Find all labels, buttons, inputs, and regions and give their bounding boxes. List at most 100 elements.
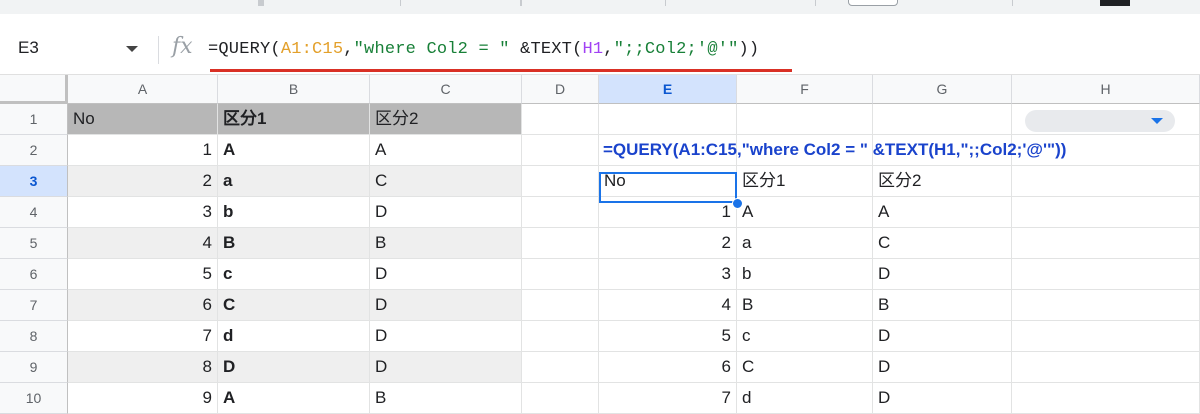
left-table-kubun1-cell[interactable]: A [218,135,370,166]
result-header-cell[interactable]: No [599,166,737,197]
column-header-f[interactable]: F [737,75,873,104]
result-kubun2-cell[interactable]: D [873,352,1012,383]
empty-cell[interactable] [737,104,873,135]
left-table-kubun2-cell[interactable]: B [370,383,522,414]
dropdown-chip-h1[interactable] [1025,110,1175,132]
result-kubun2-cell[interactable]: D [873,259,1012,290]
result-no-cell[interactable]: 4 [599,290,737,321]
row-header-7[interactable]: 7 [0,290,68,321]
left-table-kubun2-cell[interactable]: D [370,321,522,352]
toolbar-button[interactable] [1100,0,1130,6]
result-kubun2-cell[interactable]: D [873,321,1012,352]
result-no-cell[interactable]: 3 [599,259,737,290]
empty-cell[interactable] [1012,166,1200,197]
toolbar-button[interactable] [848,0,898,6]
result-kubun1-cell[interactable]: c [737,321,873,352]
dropdown-arrow-icon[interactable] [1151,118,1163,124]
empty-cell[interactable] [522,104,599,135]
result-kubun1-cell[interactable]: d [737,383,873,414]
column-header-e[interactable]: E [599,75,737,104]
column-header-b[interactable]: B [218,75,370,104]
empty-cell[interactable] [522,383,599,414]
empty-cell[interactable] [522,135,599,166]
empty-cell[interactable] [522,197,599,228]
empty-cell[interactable] [1012,352,1200,383]
empty-cell[interactable] [1012,321,1200,352]
result-no-cell[interactable]: 7 [599,383,737,414]
left-table-no-cell[interactable]: 4 [68,228,218,259]
empty-cell[interactable] [522,228,599,259]
row-header-10[interactable]: 10 [0,383,68,414]
chevron-down-icon[interactable] [126,46,138,52]
empty-cell[interactable] [873,104,1012,135]
left-table-kubun1-cell[interactable]: B [218,228,370,259]
empty-cell[interactable] [522,321,599,352]
row-header-6[interactable]: 6 [0,259,68,290]
left-table-kubun2-cell[interactable]: C [370,166,522,197]
result-kubun2-cell[interactable]: D [873,383,1012,414]
empty-cell[interactable] [522,290,599,321]
result-kubun1-cell[interactable]: B [737,290,873,321]
left-table-no-cell[interactable]: 3 [68,197,218,228]
result-no-cell[interactable]: 1 [599,197,737,228]
left-table-kubun1-cell[interactable]: a [218,166,370,197]
row-header-9[interactable]: 9 [0,352,68,383]
result-no-cell[interactable]: 5 [599,321,737,352]
left-table-kubun2-cell[interactable]: B [370,228,522,259]
left-table-no-cell[interactable]: 7 [68,321,218,352]
left-table-no-cell[interactable]: 6 [68,290,218,321]
empty-cell[interactable] [1012,290,1200,321]
left-table-kubun2-cell[interactable]: D [370,290,522,321]
row-header-8[interactable]: 8 [0,321,68,352]
column-header-a[interactable]: A [68,75,218,104]
left-table-kubun1-cell[interactable]: C [218,290,370,321]
result-kubun1-cell[interactable]: A [737,197,873,228]
empty-cell[interactable] [522,166,599,197]
left-table-no-cell[interactable]: 5 [68,259,218,290]
left-table-no-cell[interactable]: 1 [68,135,218,166]
result-kubun2-cell[interactable]: B [873,290,1012,321]
empty-cell[interactable] [522,352,599,383]
result-header-cell[interactable]: 区分2 [873,166,1012,197]
row-header-3[interactable]: 3 [0,166,68,197]
left-table-kubun1-cell[interactable]: D [218,352,370,383]
left-table-kubun2-cell[interactable]: D [370,259,522,290]
empty-cell[interactable] [599,104,737,135]
row-header-5[interactable]: 5 [0,228,68,259]
left-table-kubun2-cell[interactable]: D [370,352,522,383]
select-all-corner[interactable] [0,75,68,104]
left-table-header-cell[interactable]: 区分1 [218,104,370,135]
left-table-kubun2-cell[interactable]: D [370,197,522,228]
left-table-no-cell[interactable]: 9 [68,383,218,414]
column-header-d[interactable]: D [522,75,599,104]
left-table-kubun1-cell[interactable]: d [218,321,370,352]
result-kubun1-cell[interactable]: b [737,259,873,290]
empty-cell[interactable] [1012,197,1200,228]
result-kubun2-cell[interactable]: A [873,197,1012,228]
column-header-c[interactable]: C [370,75,522,104]
left-table-header-cell[interactable]: 区分2 [370,104,522,135]
row-header-2[interactable]: 2 [0,135,68,166]
fill-handle[interactable] [732,198,743,209]
column-header-h[interactable]: H [1012,75,1200,104]
empty-cell[interactable] [1012,383,1200,414]
name-box[interactable]: E3 [18,38,39,58]
left-table-kubun1-cell[interactable]: A [218,383,370,414]
empty-cell[interactable] [1012,259,1200,290]
formula-display-cell[interactable]: =QUERY(A1:C15,"where Col2 = " &TEXT(H1,"… [599,135,1199,166]
empty-cell[interactable] [522,259,599,290]
empty-cell[interactable] [1012,228,1200,259]
left-table-kubun1-cell[interactable]: c [218,259,370,290]
formula-input[interactable]: =QUERY(A1:C15,"where Col2 = " &TEXT(H1,"… [208,40,759,59]
result-no-cell[interactable]: 6 [599,352,737,383]
result-header-cell[interactable]: 区分1 [737,166,873,197]
column-header-g[interactable]: G [873,75,1012,104]
result-kubun1-cell[interactable]: C [737,352,873,383]
result-kubun2-cell[interactable]: C [873,228,1012,259]
result-no-cell[interactable]: 2 [599,228,737,259]
left-table-kubun1-cell[interactable]: b [218,197,370,228]
left-table-no-cell[interactable]: 8 [68,352,218,383]
left-table-no-cell[interactable]: 2 [68,166,218,197]
left-table-header-cell[interactable]: No [68,104,218,135]
left-table-kubun2-cell[interactable]: A [370,135,522,166]
